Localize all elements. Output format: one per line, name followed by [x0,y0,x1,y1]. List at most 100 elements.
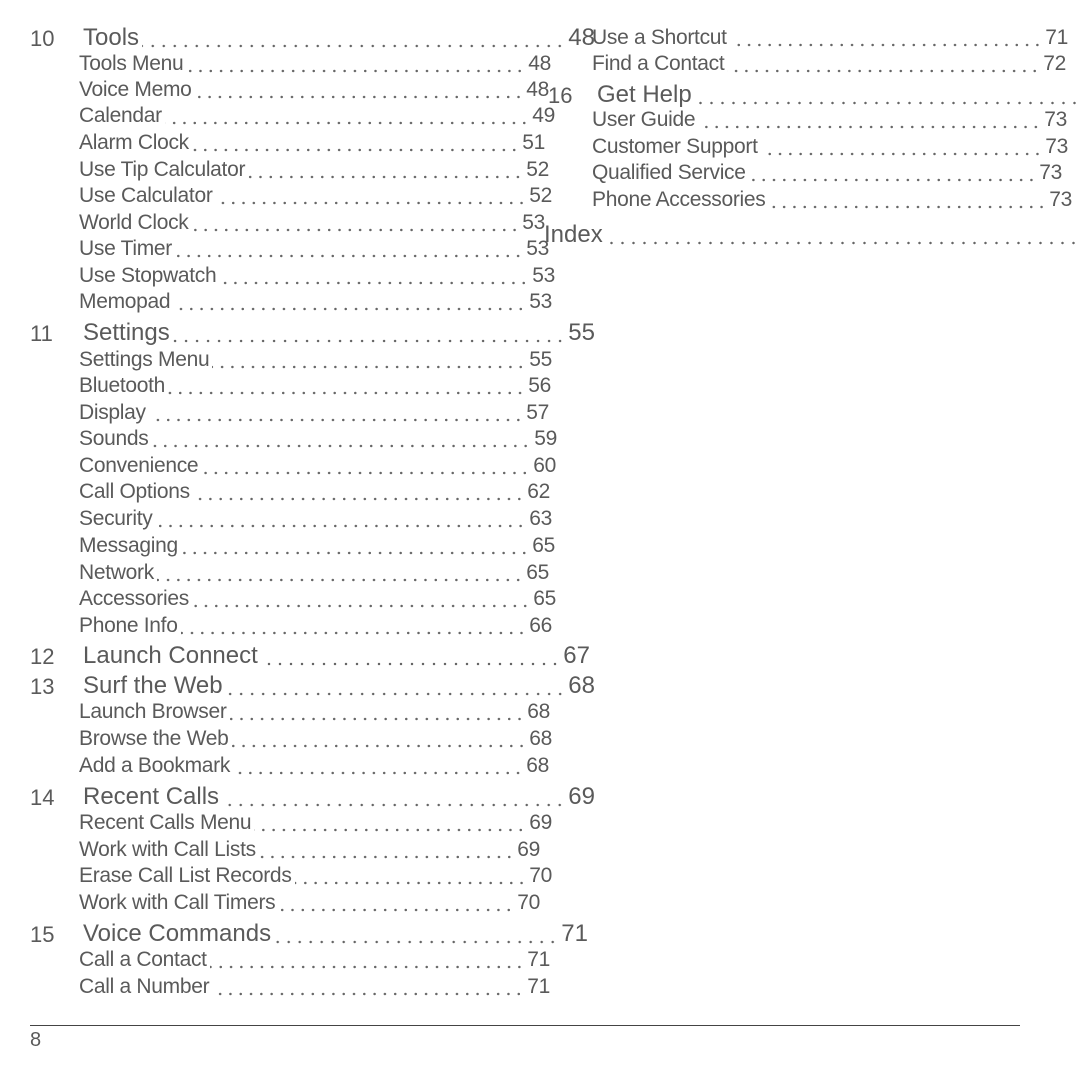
entry-title: Use Stopwatch [79,264,217,287]
chapter-number: 10 [30,26,55,51]
toc-section-entry[interactable]: Call a Number 71 [79,975,550,1001]
entry-page-number: 65 [532,534,555,557]
dot-leader [212,365,527,369]
entry-page-number: 56 [528,374,551,397]
entry-title: Launch Browser [79,700,227,723]
entry-title: Display [79,401,146,424]
entry-title: Voice Commands [83,920,272,947]
toc-chapter-entry[interactable]: Launch Connect 67 [83,642,590,672]
toc-section-entry[interactable]: Convenience 60 [79,454,556,480]
chapter-number: 14 [30,785,55,810]
toc-section-entry[interactable]: Add a Bookmark 68 [79,754,549,780]
dot-leader [768,205,1047,209]
entry-title: Erase Call List Records [79,864,292,887]
entry-title: Add a Bookmark [79,754,231,777]
dot-leader [142,44,566,48]
entry-title: Find a Contact [592,52,725,75]
entry-title: User Guide [592,108,696,131]
toc-section-entry[interactable]: Calendar 49 [79,104,555,130]
entry-title: Phone Info [79,614,178,637]
toc-section-entry[interactable]: Launch Browser 68 [79,700,550,726]
entry-page-number: 66 [529,614,552,637]
entry-page-number: 53 [532,264,555,287]
toc-section-entry[interactable]: Messaging 65 [79,534,555,560]
entry-title: Calendar [79,104,162,127]
toc-chapter-entry[interactable]: Tools 48 [83,24,595,54]
entry-title: Use Tip Calculator [79,158,246,181]
toc-section-entry[interactable]: Phone Info 66 [79,614,552,640]
entry-title: Call a Number [79,975,210,998]
entry-page-number: 71 [1045,26,1068,49]
entry-title: Tools [83,24,140,51]
dot-leader [201,471,531,475]
entry-page-number: 59 [534,427,557,450]
toc-chapter-entry[interactable]: Index [544,221,1080,251]
footer-divider [30,1025,1020,1026]
toc-chapter-entry[interactable]: Settings 55 [83,319,595,349]
toc-section-entry[interactable]: Find a Contact 72 [592,52,1066,78]
toc-section-entry[interactable]: Use Calculator 52 [79,184,552,210]
toc-section-entry[interactable]: World Clock 53 [79,211,545,237]
toc-chapter-entry[interactable]: Recent Calls 69 [83,783,595,813]
dot-leader [173,307,527,311]
toc-section-entry[interactable]: Settings Menu 55 [79,348,552,374]
toc-section-entry[interactable]: Use Tip Calculator 52 [79,158,549,184]
toc-section-entry[interactable]: Browse the Web 68 [79,727,552,753]
toc-section-entry[interactable]: Display 57 [79,401,549,427]
entry-title: Work with Call Timers [79,891,276,914]
dot-leader [231,744,527,748]
toc-section-entry[interactable]: Memopad 53 [79,290,552,316]
dot-leader [760,152,1043,156]
toc-section-entry[interactable]: Use a Shortcut 71 [592,26,1068,52]
entry-title: Call a Contact [79,948,207,971]
dot-leader [278,908,515,912]
toc-section-entry[interactable]: Work with Call Timers 70 [79,891,540,917]
entry-page-number: 65 [526,561,549,584]
toc-section-entry[interactable]: Security 63 [79,507,552,533]
toc-section-entry[interactable]: Call Options 62 [79,480,550,506]
dot-leader [748,178,1037,182]
dot-leader [215,201,527,205]
toc-section-entry[interactable]: Call a Contact 71 [79,948,550,974]
page-number: 8 [30,1029,42,1051]
toc-section-entry[interactable]: Work with Call Lists 69 [79,838,540,864]
toc-section-entry[interactable]: Sounds 59 [79,427,557,453]
entry-title: Settings [83,319,170,346]
entry-title: Bluetooth [79,374,166,397]
dot-leader [233,771,524,775]
toc-section-entry[interactable]: Use Timer 53 [79,237,549,263]
dot-leader [222,803,566,807]
entry-page-number: 69 [529,811,552,834]
dot-leader [254,828,527,832]
entry-page-number: 53 [529,290,552,313]
entry-title: Messaging [79,534,178,557]
dot-leader [225,692,566,696]
toc-chapter-entry[interactable]: Surf the Web 68 [83,672,595,702]
entry-title: Memopad [79,290,171,313]
entry-page-number: 68 [568,672,595,699]
entry-page-number: 68 [527,700,550,723]
toc-chapter-entry[interactable]: Get Help [597,81,1080,111]
toc-section-entry[interactable]: Phone Accessories 73 [592,188,1072,214]
dot-leader [694,101,1080,105]
entry-title: Voice Memo [79,78,192,101]
toc-section-entry[interactable]: Alarm Clock 51 [79,131,545,157]
toc-section-entry[interactable]: Voice Memo 48 [79,78,549,104]
toc-section-entry[interactable]: Qualified Service 73 [592,161,1062,187]
toc-section-entry[interactable]: Erase Call List Records 70 [79,864,552,890]
dot-leader [698,125,1042,129]
toc-section-entry[interactable]: Recent Calls Menu 69 [79,811,552,837]
dot-leader [727,69,1041,73]
toc-section-entry[interactable]: Accessories 65 [79,587,556,613]
toc-section-entry[interactable]: Bluetooth 56 [79,374,551,400]
toc-section-entry[interactable]: Customer Support 73 [592,135,1068,161]
toc-section-entry[interactable]: Tools Menu 48 [79,52,551,78]
entry-title: Use Calculator [79,184,213,207]
toc-chapter-entry[interactable]: Voice Commands 71 [83,920,588,950]
toc-section-entry[interactable]: Use Stopwatch 53 [79,264,555,290]
entry-page-number: 65 [533,587,556,610]
toc-section-entry[interactable]: User Guide 73 [592,108,1067,134]
dot-leader [172,339,566,343]
toc-section-entry[interactable]: Network 65 [79,561,549,587]
entry-title: Recent Calls [83,783,220,810]
